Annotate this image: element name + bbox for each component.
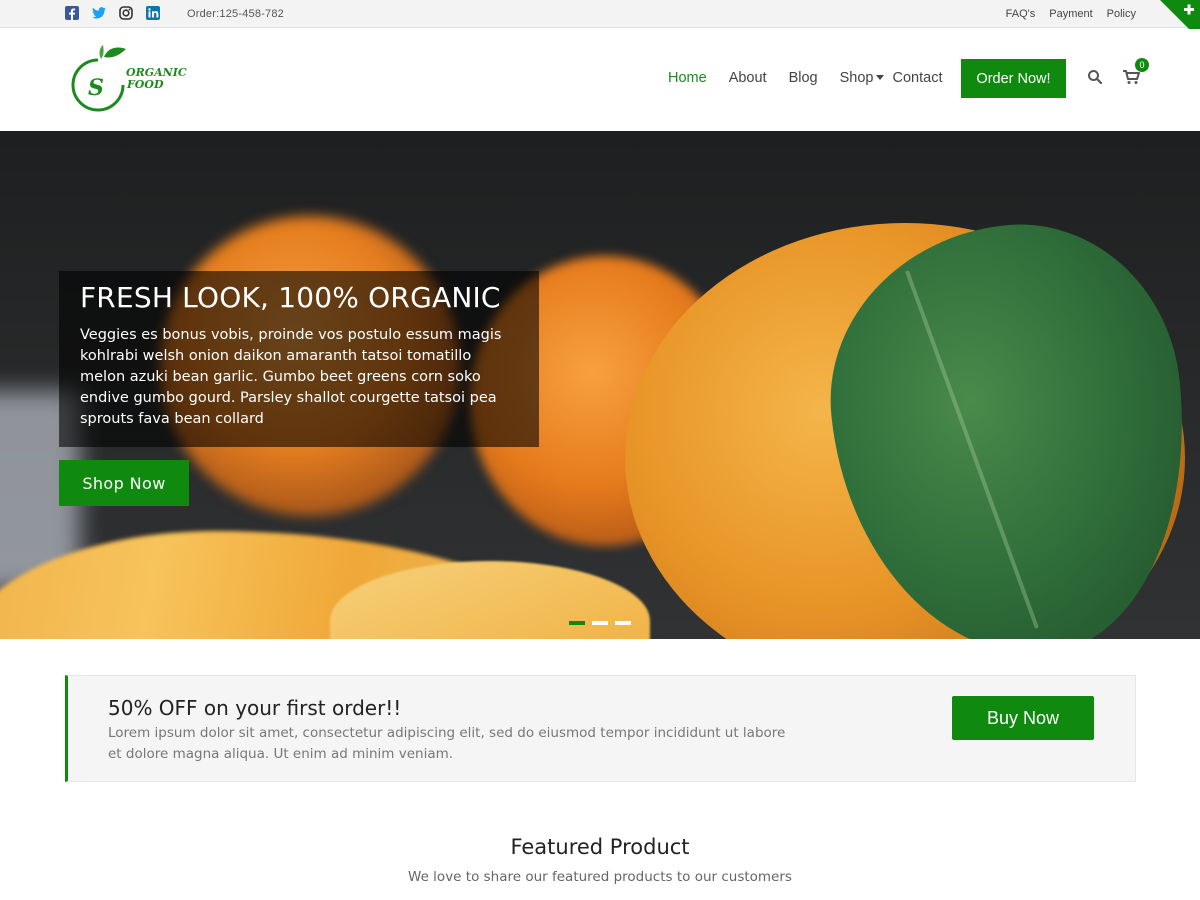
faq-link[interactable]: FAQ's [1006, 8, 1036, 20]
logo-text: ORGANIC FOOD [126, 66, 187, 91]
caret-down-icon [875, 74, 884, 80]
linkedin-icon[interactable] [146, 6, 160, 20]
twitter-icon[interactable] [92, 6, 106, 20]
buy-now-button[interactable]: Buy Now [952, 696, 1094, 740]
slider-dot-2[interactable] [592, 621, 608, 625]
policy-link[interactable]: Policy [1107, 8, 1136, 20]
site-header: S ORGANIC FOOD Home About Blog Shop Cont… [0, 29, 1200, 131]
nav-shop-label: Shop [839, 70, 874, 86]
nav-blog[interactable]: Blog [789, 70, 818, 86]
payment-link[interactable]: Payment [1049, 8, 1092, 20]
hero-caption: FRESH LOOK, 100% ORGANIC Veggies es bonu… [59, 271, 539, 447]
top-links: FAQ's Payment Policy [1006, 8, 1136, 20]
hero-text: Veggies es bonus vobis, proinde vos post… [80, 327, 502, 427]
main-nav: Home About Blog Shop Contact [668, 70, 964, 86]
social-links [65, 6, 160, 20]
search-icon[interactable] [1087, 69, 1103, 85]
nav-contact[interactable]: Contact [893, 70, 943, 86]
top-bar: Order:125-458-782 FAQ's Payment Policy [0, 0, 1200, 40]
facebook-icon[interactable] [65, 6, 79, 20]
slider-dots [569, 621, 631, 625]
order-now-button[interactable]: Order Now! [961, 59, 1066, 98]
shop-now-button[interactable]: Shop Now [59, 460, 189, 506]
cart-icon[interactable] [1122, 69, 1140, 85]
hero-title: FRESH LOOK, 100% ORGANIC [80, 281, 501, 314]
featured-title: Featured Product [510, 835, 690, 859]
featured-subtitle: We love to share our featured products t… [408, 869, 792, 885]
instagram-icon[interactable] [119, 6, 133, 20]
logo[interactable]: S ORGANIC FOOD [68, 43, 188, 118]
hero-slider: FRESH LOOK, 100% ORGANIC Veggies es bonu… [0, 131, 1200, 639]
slider-dot-3[interactable] [615, 621, 631, 625]
nav-home[interactable]: Home [668, 70, 707, 86]
logo-emblem-icon: S [71, 45, 126, 112]
promo-text: Lorem ipsum dolor sit amet, consectetur … [108, 725, 786, 762]
nav-shop[interactable]: Shop [840, 70, 884, 86]
order-phone: Order:125-458-782 [187, 8, 284, 20]
cart-count-badge: 0 [1135, 58, 1149, 72]
slider-dot-1[interactable] [569, 621, 585, 625]
promo-banner: 50% OFF on your first order!! Lorem ipsu… [65, 675, 1136, 782]
nav-about[interactable]: About [729, 70, 767, 86]
svg-text:S: S [88, 75, 104, 101]
promo-title: 50% OFF on your first order!! [108, 696, 402, 720]
